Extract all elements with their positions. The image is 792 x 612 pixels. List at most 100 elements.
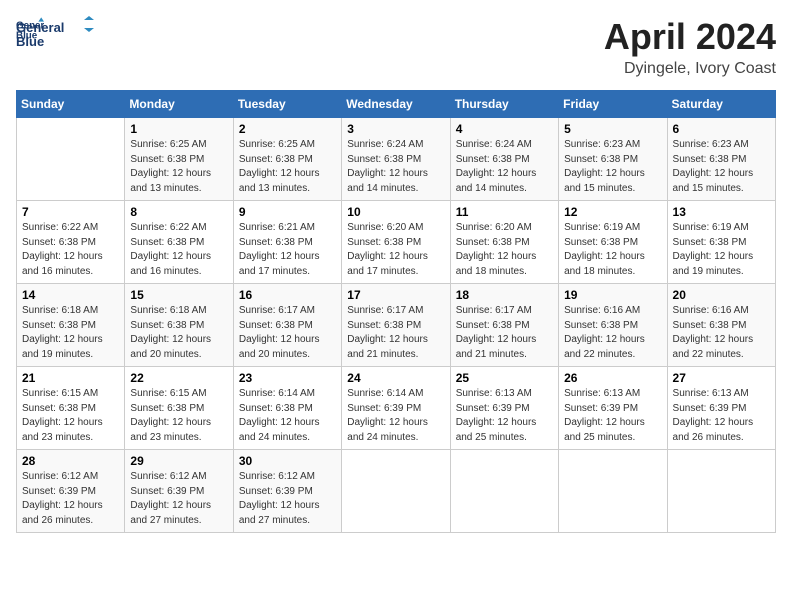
- svg-text:General: General: [16, 20, 64, 35]
- day-number: 8: [130, 205, 227, 219]
- day-info: Sunrise: 6:19 AMSunset: 6:38 PMDaylight:…: [564, 221, 661, 279]
- calendar-cell: 11 Sunrise: 6:20 AMSunset: 6:38 PMDayligh…: [450, 201, 558, 284]
- day-info: Sunrise: 6:23 AMSunset: 6:38 PMDaylight:…: [564, 138, 661, 196]
- day-info: Sunrise: 6:23 AMSunset: 6:38 PMDaylight:…: [673, 138, 770, 196]
- calendar-cell: 16 Sunrise: 6:17 AMSunset: 6:38 PMDayligh…: [233, 284, 341, 367]
- day-info: Sunrise: 6:18 AMSunset: 6:38 PMDaylight:…: [130, 304, 227, 362]
- day-number: 28: [22, 454, 119, 468]
- day-number: 21: [22, 371, 119, 385]
- day-number: 6: [673, 122, 770, 136]
- day-number: 15: [130, 288, 227, 302]
- day-info: Sunrise: 6:13 AMSunset: 6:39 PMDaylight:…: [673, 387, 770, 445]
- calendar-cell: 2 Sunrise: 6:25 AMSunset: 6:38 PMDaylight…: [233, 118, 341, 201]
- day-info: Sunrise: 6:16 AMSunset: 6:38 PMDaylight:…: [564, 304, 661, 362]
- col-header-monday: Monday: [125, 91, 233, 118]
- day-number: 5: [564, 122, 661, 136]
- calendar-cell: [450, 450, 558, 533]
- day-number: 25: [456, 371, 553, 385]
- day-number: 2: [239, 122, 336, 136]
- day-info: Sunrise: 6:24 AMSunset: 6:38 PMDaylight:…: [456, 138, 553, 196]
- day-number: 20: [673, 288, 770, 302]
- day-number: 30: [239, 454, 336, 468]
- day-number: 29: [130, 454, 227, 468]
- day-info: Sunrise: 6:25 AMSunset: 6:38 PMDaylight:…: [239, 138, 336, 196]
- day-info: Sunrise: 6:17 AMSunset: 6:38 PMDaylight:…: [456, 304, 553, 362]
- day-info: Sunrise: 6:14 AMSunset: 6:38 PMDaylight:…: [239, 387, 336, 445]
- calendar-cell: 1 Sunrise: 6:25 AMSunset: 6:38 PMDaylight…: [125, 118, 233, 201]
- day-number: 11: [456, 205, 553, 219]
- day-info: Sunrise: 6:21 AMSunset: 6:38 PMDaylight:…: [239, 221, 336, 279]
- day-info: Sunrise: 6:20 AMSunset: 6:38 PMDaylight:…: [347, 221, 444, 279]
- day-number: 1: [130, 122, 227, 136]
- day-number: 14: [22, 288, 119, 302]
- calendar-cell: 12 Sunrise: 6:19 AMSunset: 6:38 PMDayligh…: [559, 201, 667, 284]
- calendar-cell: 10 Sunrise: 6:20 AMSunset: 6:38 PMDayligh…: [342, 201, 450, 284]
- day-info: Sunrise: 6:16 AMSunset: 6:38 PMDaylight:…: [673, 304, 770, 362]
- calendar-cell: 5 Sunrise: 6:23 AMSunset: 6:38 PMDaylight…: [559, 118, 667, 201]
- day-number: 27: [673, 371, 770, 385]
- day-number: 16: [239, 288, 336, 302]
- calendar-cell: 19 Sunrise: 6:16 AMSunset: 6:38 PMDayligh…: [559, 284, 667, 367]
- day-number: 12: [564, 205, 661, 219]
- col-header-saturday: Saturday: [667, 91, 775, 118]
- calendar-cell: 29 Sunrise: 6:12 AMSunset: 6:39 PMDayligh…: [125, 450, 233, 533]
- day-info: Sunrise: 6:25 AMSunset: 6:38 PMDaylight:…: [130, 138, 227, 196]
- col-header-friday: Friday: [559, 91, 667, 118]
- calendar-cell: 28 Sunrise: 6:12 AMSunset: 6:39 PMDayligh…: [17, 450, 125, 533]
- generalblue-logo: General Blue: [16, 16, 96, 56]
- calendar-table: SundayMondayTuesdayWednesdayThursdayFrid…: [16, 90, 776, 533]
- calendar-cell: 8Sunrise: 6:22 AMSunset: 6:38 PMDaylight…: [125, 201, 233, 284]
- day-info: Sunrise: 6:22 AMSunset: 6:38 PMDaylight:…: [22, 221, 119, 279]
- calendar-cell: 4 Sunrise: 6:24 AMSunset: 6:38 PMDaylight…: [450, 118, 558, 201]
- col-header-tuesday: Tuesday: [233, 91, 341, 118]
- calendar-cell: [667, 450, 775, 533]
- day-info: Sunrise: 6:15 AMSunset: 6:38 PMDaylight:…: [130, 387, 227, 445]
- day-info: Sunrise: 6:18 AMSunset: 6:38 PMDaylight:…: [22, 304, 119, 362]
- calendar-cell: 23 Sunrise: 6:14 AMSunset: 6:38 PMDayligh…: [233, 367, 341, 450]
- day-number: 9: [239, 205, 336, 219]
- calendar-cell: 6 Sunrise: 6:23 AMSunset: 6:38 PMDaylight…: [667, 118, 775, 201]
- day-number: 24: [347, 371, 444, 385]
- calendar-cell: 26 Sunrise: 6:13 AMSunset: 6:39 PMDayligh…: [559, 367, 667, 450]
- day-info: Sunrise: 6:13 AMSunset: 6:39 PMDaylight:…: [564, 387, 661, 445]
- calendar-cell: 7 Sunrise: 6:22 AMSunset: 6:38 PMDaylight…: [17, 201, 125, 284]
- col-header-sunday: Sunday: [17, 91, 125, 118]
- svg-text:Blue: Blue: [16, 34, 44, 49]
- calendar-cell: 3 Sunrise: 6:24 AMSunset: 6:38 PMDaylight…: [342, 118, 450, 201]
- day-number: 22: [130, 371, 227, 385]
- calendar-cell: 14 Sunrise: 6:18 AMSunset: 6:38 PMDayligh…: [17, 284, 125, 367]
- calendar-cell: 21 Sunrise: 6:15 AMSunset: 6:38 PMDayligh…: [17, 367, 125, 450]
- day-info: Sunrise: 6:12 AMSunset: 6:39 PMDaylight:…: [130, 470, 227, 528]
- day-info: Sunrise: 6:12 AMSunset: 6:39 PMDaylight:…: [22, 470, 119, 528]
- day-number: 4: [456, 122, 553, 136]
- day-info: Sunrise: 6:15 AMSunset: 6:38 PMDaylight:…: [22, 387, 119, 445]
- day-number: 10: [347, 205, 444, 219]
- day-number: 3: [347, 122, 444, 136]
- calendar-cell: 24 Sunrise: 6:14 AMSunset: 6:39 PMDayligh…: [342, 367, 450, 450]
- col-header-thursday: Thursday: [450, 91, 558, 118]
- day-number: 7: [22, 205, 119, 219]
- day-info: Sunrise: 6:17 AMSunset: 6:38 PMDaylight:…: [347, 304, 444, 362]
- day-number: 26: [564, 371, 661, 385]
- calendar-cell: 17 Sunrise: 6:17 AMSunset: 6:38 PMDayligh…: [342, 284, 450, 367]
- calendar-cell: [17, 118, 125, 201]
- day-number: 18: [456, 288, 553, 302]
- day-info: Sunrise: 6:14 AMSunset: 6:39 PMDaylight:…: [347, 387, 444, 445]
- day-info: Sunrise: 6:12 AMSunset: 6:39 PMDaylight:…: [239, 470, 336, 528]
- day-info: Sunrise: 6:20 AMSunset: 6:38 PMDaylight:…: [456, 221, 553, 279]
- calendar-cell: 30 Sunrise: 6:12 AMSunset: 6:39 PMDayligh…: [233, 450, 341, 533]
- calendar-cell: 18 Sunrise: 6:17 AMSunset: 6:38 PMDayligh…: [450, 284, 558, 367]
- calendar-title: April 2024: [604, 16, 776, 58]
- calendar-cell: [559, 450, 667, 533]
- calendar-cell: [342, 450, 450, 533]
- page-header: General Blue General Blue April 2024 Dyi…: [16, 16, 776, 78]
- day-number: 19: [564, 288, 661, 302]
- day-number: 17: [347, 288, 444, 302]
- col-header-wednesday: Wednesday: [342, 91, 450, 118]
- day-info: Sunrise: 6:17 AMSunset: 6:38 PMDaylight:…: [239, 304, 336, 362]
- calendar-cell: 27 Sunrise: 6:13 AMSunset: 6:39 PMDayligh…: [667, 367, 775, 450]
- title-block: April 2024 Dyingele, Ivory Coast: [604, 16, 776, 78]
- logo-container: General Blue: [16, 16, 96, 56]
- day-info: Sunrise: 6:24 AMSunset: 6:38 PMDaylight:…: [347, 138, 444, 196]
- day-number: 23: [239, 371, 336, 385]
